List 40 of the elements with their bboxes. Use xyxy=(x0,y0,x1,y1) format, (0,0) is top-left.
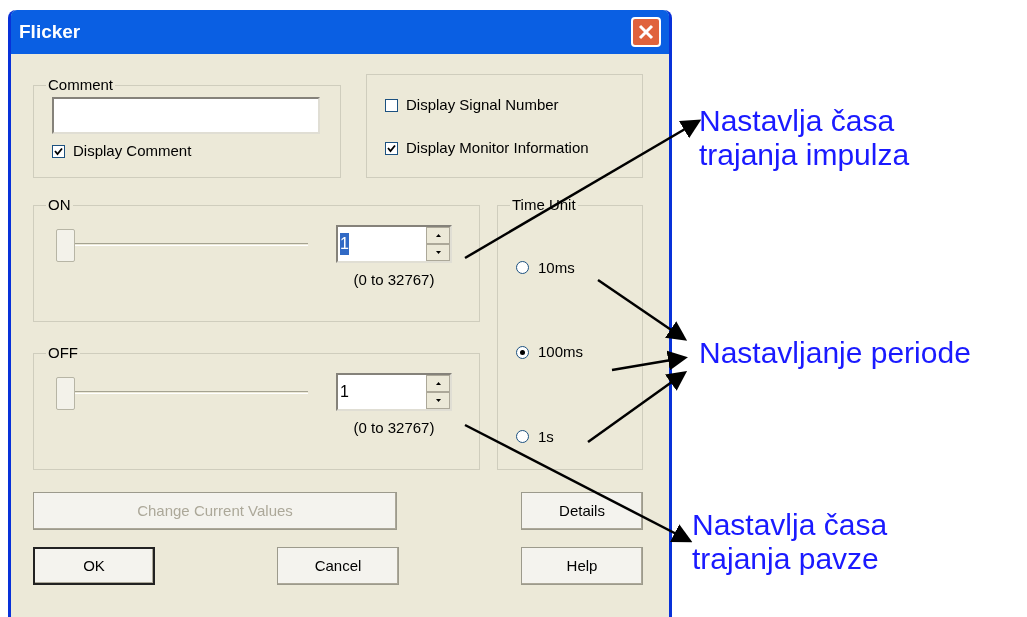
up-arrow-icon xyxy=(435,233,441,237)
radio-button[interactable] xyxy=(516,345,529,359)
up-arrow-icon xyxy=(435,381,441,385)
dialog-button[interactable]: Help xyxy=(521,547,643,585)
range-hint: (0 to 32767) xyxy=(353,269,435,290)
range-hint: (0 to 32767) xyxy=(353,417,435,438)
annotation-text: Nastavljanje periode xyxy=(699,336,971,370)
group-label: ON xyxy=(47,195,72,215)
radio-label: 10ms xyxy=(538,257,575,278)
radio-label: 1s xyxy=(538,426,554,447)
radio-button[interactable] xyxy=(516,430,529,444)
checkbox-label: Display Monitor Information xyxy=(406,137,589,158)
checkbox-label: Display Signal Number xyxy=(406,94,559,115)
window-title: Flicker xyxy=(19,19,81,44)
group-label: OFF xyxy=(47,343,79,363)
spin-field[interactable]: 1 xyxy=(336,372,452,411)
radio-label: 100ms xyxy=(538,342,584,362)
close-button[interactable] xyxy=(631,17,661,47)
close-icon xyxy=(638,24,654,40)
slider-thumb[interactable] xyxy=(56,228,75,262)
down-arrow-icon xyxy=(435,398,441,402)
group-label: Comment xyxy=(47,75,115,95)
comment-field[interactable] xyxy=(52,96,320,134)
dialog-button[interactable]: OK xyxy=(33,547,155,585)
annotation-text: Nastavlja časa trajanja pavze xyxy=(692,508,889,576)
checkbox[interactable] xyxy=(385,141,398,155)
spin-field[interactable]: 1 xyxy=(336,224,452,263)
radio-button[interactable] xyxy=(516,261,529,275)
checkbox[interactable] xyxy=(52,145,65,158)
checkbox[interactable] xyxy=(385,98,398,112)
dialog-button[interactable]: Cancel xyxy=(277,547,399,585)
slider-thumb[interactable] xyxy=(56,376,75,410)
spin-up-button[interactable] xyxy=(426,374,450,392)
annotation-text: Nastavlja časa trajanja impulza xyxy=(699,104,911,172)
field-value: 1 xyxy=(340,381,349,402)
checkbox-label: Display Comment xyxy=(73,141,192,162)
down-arrow-icon xyxy=(435,250,441,254)
dialog-button[interactable]: Details xyxy=(521,492,643,530)
field-value: 1 xyxy=(340,232,349,255)
spin-up-button[interactable] xyxy=(426,226,450,244)
